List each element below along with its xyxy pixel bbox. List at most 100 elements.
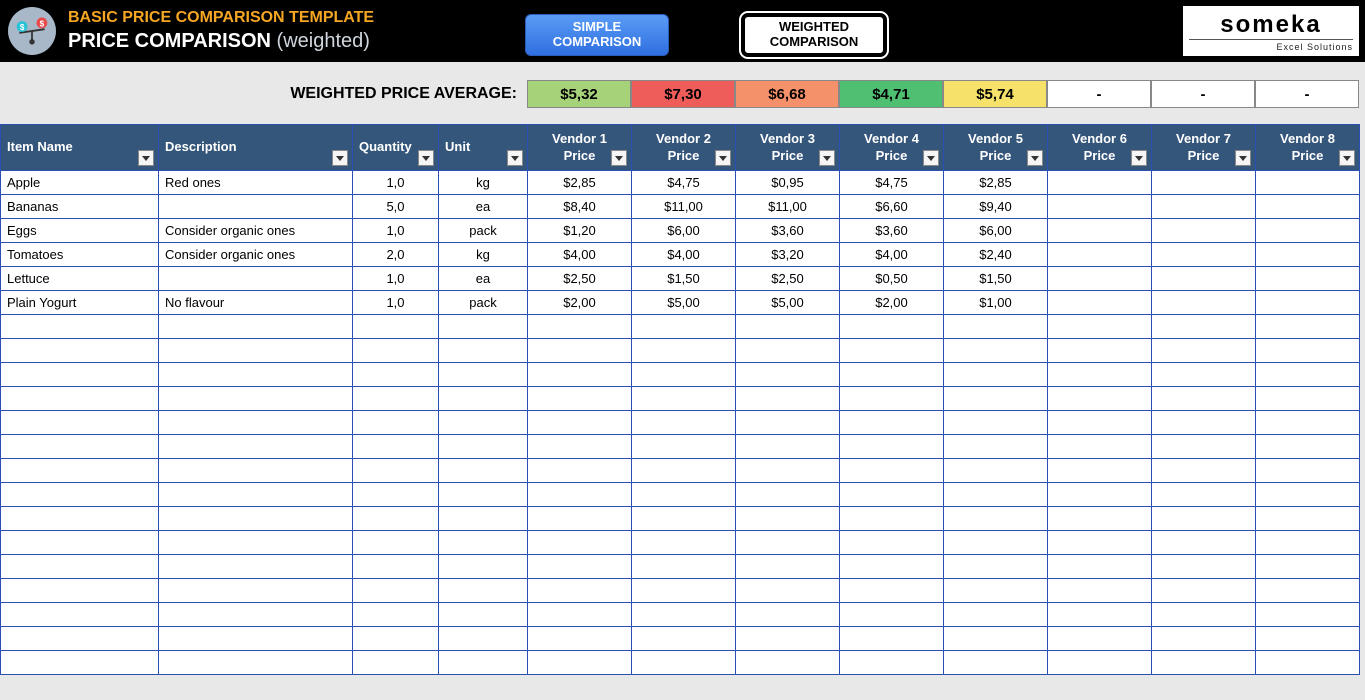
cell-unit[interactable]: ea [439, 195, 528, 219]
empty-cell[interactable] [439, 627, 528, 651]
empty-cell[interactable] [159, 435, 353, 459]
cell-vendor-7-price[interactable] [1152, 267, 1256, 291]
empty-cell[interactable] [632, 339, 736, 363]
empty-cell[interactable] [439, 483, 528, 507]
empty-cell[interactable] [736, 603, 840, 627]
cell-item[interactable]: Eggs [1, 219, 159, 243]
filter-dropdown-icon[interactable] [819, 150, 835, 166]
empty-cell[interactable] [439, 315, 528, 339]
empty-cell[interactable] [1, 315, 159, 339]
empty-cell[interactable] [528, 315, 632, 339]
empty-cell[interactable] [944, 627, 1048, 651]
empty-cell[interactable] [1, 603, 159, 627]
empty-cell[interactable] [1048, 531, 1152, 555]
cell-vendor-1-price[interactable]: $8,40 [528, 195, 632, 219]
empty-cell[interactable] [632, 411, 736, 435]
empty-cell[interactable] [528, 363, 632, 387]
empty-cell[interactable] [353, 459, 439, 483]
cell-vendor-5-price[interactable]: $1,50 [944, 267, 1048, 291]
empty-cell[interactable] [1152, 435, 1256, 459]
empty-cell[interactable] [736, 459, 840, 483]
empty-cell[interactable] [944, 531, 1048, 555]
empty-cell[interactable] [840, 435, 944, 459]
empty-cell[interactable] [1, 363, 159, 387]
empty-cell[interactable] [1048, 459, 1152, 483]
cell-vendor-7-price[interactable] [1152, 219, 1256, 243]
cell-vendor-2-price[interactable]: $4,75 [632, 171, 736, 195]
cell-unit[interactable]: ea [439, 267, 528, 291]
empty-cell[interactable] [1, 339, 159, 363]
cell-vendor-3-price[interactable]: $2,50 [736, 267, 840, 291]
empty-cell[interactable] [632, 363, 736, 387]
cell-description[interactable]: Consider organic ones [159, 243, 353, 267]
cell-vendor-5-price[interactable]: $1,00 [944, 291, 1048, 315]
empty-cell[interactable] [528, 603, 632, 627]
empty-cell[interactable] [353, 507, 439, 531]
empty-cell[interactable] [439, 459, 528, 483]
empty-cell[interactable] [632, 507, 736, 531]
empty-cell[interactable] [632, 627, 736, 651]
empty-cell[interactable] [353, 435, 439, 459]
cell-vendor-7-price[interactable] [1152, 291, 1256, 315]
cell-quantity[interactable]: 1,0 [353, 291, 439, 315]
cell-item[interactable]: Lettuce [1, 267, 159, 291]
empty-cell[interactable] [1256, 579, 1360, 603]
empty-cell[interactable] [736, 483, 840, 507]
empty-cell[interactable] [736, 363, 840, 387]
col-header-vendor-3[interactable]: Vendor 3Price [736, 125, 840, 171]
empty-cell[interactable] [159, 339, 353, 363]
cell-vendor-4-price[interactable]: $4,00 [840, 243, 944, 267]
empty-cell[interactable] [159, 651, 353, 675]
empty-cell[interactable] [944, 555, 1048, 579]
empty-cell[interactable] [840, 627, 944, 651]
empty-cell[interactable] [159, 315, 353, 339]
empty-cell[interactable] [439, 339, 528, 363]
empty-cell[interactable] [840, 459, 944, 483]
cell-vendor-6-price[interactable] [1048, 171, 1152, 195]
empty-cell[interactable] [1256, 483, 1360, 507]
cell-vendor-5-price[interactable]: $2,85 [944, 171, 1048, 195]
empty-cell[interactable] [840, 603, 944, 627]
cell-vendor-1-price[interactable]: $4,00 [528, 243, 632, 267]
empty-cell[interactable] [1, 531, 159, 555]
empty-cell[interactable] [528, 387, 632, 411]
empty-cell[interactable] [1048, 411, 1152, 435]
cell-vendor-4-price[interactable]: $4,75 [840, 171, 944, 195]
empty-cell[interactable] [1256, 315, 1360, 339]
empty-cell[interactable] [159, 579, 353, 603]
empty-cell[interactable] [353, 315, 439, 339]
empty-cell[interactable] [439, 651, 528, 675]
empty-cell[interactable] [1048, 387, 1152, 411]
filter-dropdown-icon[interactable] [138, 150, 154, 166]
empty-cell[interactable] [1256, 603, 1360, 627]
empty-cell[interactable] [528, 339, 632, 363]
empty-cell[interactable] [1256, 339, 1360, 363]
empty-cell[interactable] [1048, 483, 1152, 507]
empty-cell[interactable] [736, 435, 840, 459]
cell-item[interactable]: Tomatoes [1, 243, 159, 267]
empty-cell[interactable] [1152, 363, 1256, 387]
cell-vendor-3-price[interactable]: $0,95 [736, 171, 840, 195]
col-header-vendor-6[interactable]: Vendor 6Price [1048, 125, 1152, 171]
filter-dropdown-icon[interactable] [332, 150, 348, 166]
empty-cell[interactable] [840, 507, 944, 531]
empty-cell[interactable] [840, 651, 944, 675]
empty-cell[interactable] [1152, 387, 1256, 411]
cell-vendor-5-price[interactable]: $6,00 [944, 219, 1048, 243]
empty-cell[interactable] [439, 507, 528, 531]
col-header-item[interactable]: Item Name [1, 125, 159, 171]
empty-cell[interactable] [1, 435, 159, 459]
empty-cell[interactable] [1, 507, 159, 531]
empty-cell[interactable] [840, 531, 944, 555]
col-header-vendor-7[interactable]: Vendor 7Price [1152, 125, 1256, 171]
empty-cell[interactable] [528, 579, 632, 603]
empty-cell[interactable] [439, 435, 528, 459]
empty-cell[interactable] [159, 603, 353, 627]
empty-cell[interactable] [840, 555, 944, 579]
cell-vendor-3-price[interactable]: $3,60 [736, 219, 840, 243]
cell-vendor-3-price[interactable]: $11,00 [736, 195, 840, 219]
empty-cell[interactable] [1152, 555, 1256, 579]
empty-cell[interactable] [439, 387, 528, 411]
empty-cell[interactable] [439, 603, 528, 627]
empty-cell[interactable] [1048, 315, 1152, 339]
